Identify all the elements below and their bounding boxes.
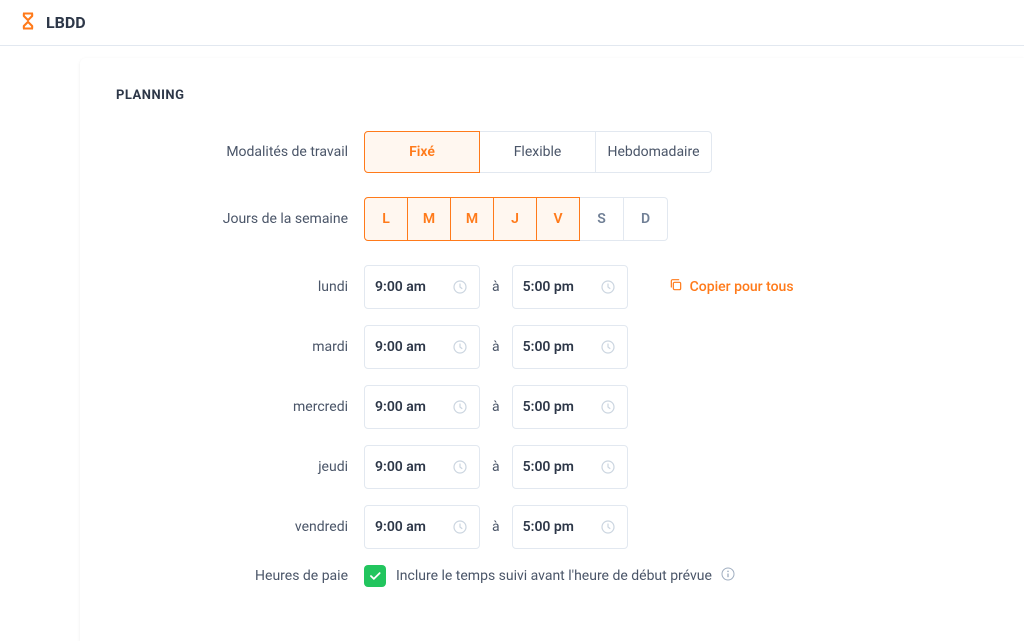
day-toggle-group: LMMJVSD	[364, 197, 668, 241]
day-toggle[interactable]: M	[450, 197, 494, 241]
end-time-input[interactable]: 5:00 pm	[512, 505, 628, 549]
clock-icon	[599, 458, 617, 476]
schedule-row: mardi 9:00 am à 5:00 pm	[116, 325, 988, 369]
end-time-input[interactable]: 5:00 pm	[512, 265, 628, 309]
day-toggle[interactable]: M	[407, 197, 451, 241]
start-time-input[interactable]: 9:00 am	[364, 265, 480, 309]
work-mode-row: Modalités de travail FixéFlexibleHebdoma…	[116, 131, 988, 173]
layout: PLANNING Modalités de travail FixéFlexib…	[0, 46, 1024, 641]
start-time-value: 9:00 am	[375, 399, 426, 415]
schedule-day-label: vendredi	[116, 519, 364, 535]
pay-include-checkbox[interactable]	[364, 565, 386, 587]
clock-icon	[599, 398, 617, 416]
start-time-value: 9:00 am	[375, 279, 426, 295]
brand-logo: LBDD	[18, 11, 86, 35]
start-time-value: 9:00 am	[375, 339, 426, 355]
schedule-row: vendredi 9:00 am à 5:00 pm	[116, 505, 988, 549]
day-toggle[interactable]: S	[580, 197, 624, 241]
end-time-input[interactable]: 5:00 pm	[512, 445, 628, 489]
schedule-day-label: mercredi	[116, 399, 364, 415]
pay-hours-label: Heures de paie	[116, 568, 364, 584]
clock-icon	[451, 458, 469, 476]
end-time-value: 5:00 pm	[523, 399, 574, 415]
start-time-input[interactable]: 9:00 am	[364, 445, 480, 489]
pay-option-label: Inclure le temps suivi avant l'heure de …	[396, 568, 712, 584]
start-time-input[interactable]: 9:00 am	[364, 505, 480, 549]
clock-icon	[599, 338, 617, 356]
clock-icon	[451, 398, 469, 416]
days-of-week-row: Jours de la semaine LMMJVSD	[116, 197, 988, 241]
schedule-row: mercredi 9:00 am à 5:00 pm	[116, 385, 988, 429]
end-time-value: 5:00 pm	[523, 519, 574, 535]
day-toggle[interactable]: V	[536, 197, 580, 241]
clock-icon	[599, 278, 617, 296]
planning-card: PLANNING Modalités de travail FixéFlexib…	[80, 58, 1024, 641]
end-time-value: 5:00 pm	[523, 279, 574, 295]
start-time-input[interactable]: 9:00 am	[364, 325, 480, 369]
day-toggle[interactable]: L	[364, 197, 408, 241]
schedule-row: lundi 9:00 am à 5:00 pm Copier pour tous	[116, 265, 988, 309]
schedule-day-label: mardi	[116, 339, 364, 355]
time-separator: à	[492, 519, 500, 535]
check-icon	[368, 569, 382, 583]
end-time-input[interactable]: 5:00 pm	[512, 385, 628, 429]
schedule-day-label: lundi	[116, 279, 364, 295]
time-separator: à	[492, 279, 500, 295]
copy-for-all-button[interactable]: Copier pour tous	[668, 277, 794, 297]
schedule-day-label: jeudi	[116, 459, 364, 475]
work-mode-label: Modalités de travail	[116, 144, 364, 160]
work-mode-option[interactable]: Fixé	[364, 131, 480, 173]
copy-icon	[668, 277, 684, 297]
work-mode-option[interactable]: Flexible	[480, 131, 596, 173]
clock-icon	[451, 278, 469, 296]
start-time-value: 9:00 am	[375, 519, 426, 535]
time-separator: à	[492, 339, 500, 355]
info-icon[interactable]	[720, 566, 736, 586]
pay-option-label-wrap: Inclure le temps suivi avant l'heure de …	[396, 566, 736, 586]
clock-icon	[451, 338, 469, 356]
schedule-list: lundi 9:00 am à 5:00 pm Copier pour tous mard…	[116, 265, 988, 549]
work-mode-segmented: FixéFlexibleHebdomadaire	[364, 131, 712, 173]
days-of-week-label: Jours de la semaine	[116, 211, 364, 227]
clock-icon	[451, 518, 469, 536]
time-separator: à	[492, 459, 500, 475]
topbar: LBDD	[0, 0, 1024, 46]
section-title: PLANNING	[116, 88, 988, 103]
start-time-input[interactable]: 9:00 am	[364, 385, 480, 429]
day-toggle[interactable]: J	[493, 197, 537, 241]
brand-name: LBDD	[46, 13, 86, 32]
end-time-value: 5:00 pm	[523, 339, 574, 355]
sidebar-spacer	[0, 46, 80, 641]
day-toggle[interactable]: D	[624, 197, 668, 241]
pay-hours-row: Heures de paie Inclure le temps suivi av…	[116, 565, 988, 587]
start-time-value: 9:00 am	[375, 459, 426, 475]
end-time-input[interactable]: 5:00 pm	[512, 325, 628, 369]
work-mode-option[interactable]: Hebdomadaire	[596, 131, 712, 173]
copy-for-all-label: Copier pour tous	[690, 279, 794, 295]
schedule-row: jeudi 9:00 am à 5:00 pm	[116, 445, 988, 489]
end-time-value: 5:00 pm	[523, 459, 574, 475]
time-separator: à	[492, 399, 500, 415]
hourglass-icon	[18, 11, 38, 35]
clock-icon	[599, 518, 617, 536]
